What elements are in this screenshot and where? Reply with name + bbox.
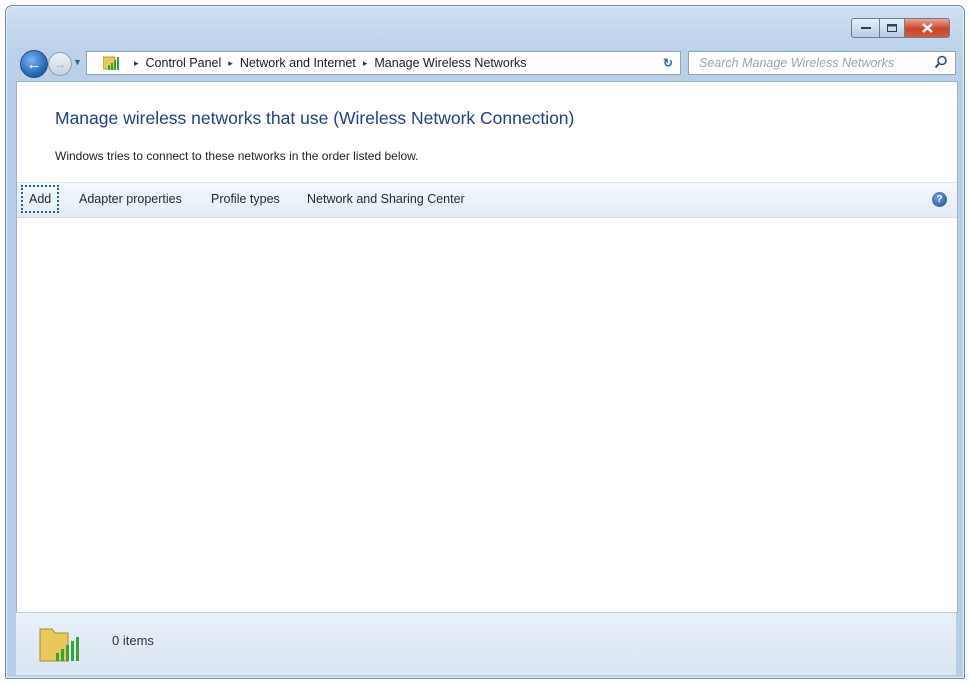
item-count: 0 items (112, 633, 154, 648)
forward-arrow-icon: → (54, 57, 66, 71)
minimize-icon (860, 27, 871, 29)
breadcrumb-manage-wireless-networks[interactable]: Manage Wireless Networks (374, 56, 526, 70)
profile-types-button[interactable]: Profile types (211, 192, 280, 206)
minimize-button[interactable] (851, 18, 880, 38)
breadcrumb-separator-icon: ▸ (228, 57, 233, 68)
command-bar: Add Adapter properties Profile types Net… (17, 182, 957, 218)
recent-pages-button[interactable]: ▼ (73, 57, 82, 67)
close-button[interactable] (905, 18, 950, 38)
breadcrumb-separator-icon: ▸ (362, 57, 368, 68)
search-icon[interactable] (934, 55, 948, 69)
help-icon[interactable]: ? (932, 192, 947, 207)
network-and-sharing-center-button[interactable]: Network and Sharing Center (307, 192, 465, 206)
back-button[interactable]: ← (20, 50, 48, 78)
refresh-icon: ↻ (662, 56, 674, 70)
page-description: Windows tries to connect to these networ… (55, 149, 419, 163)
maximize-button[interactable] (880, 18, 905, 38)
caption-buttons (851, 18, 950, 38)
details-pane: 0 items (16, 612, 956, 675)
search-input[interactable] (697, 55, 926, 71)
close-icon (921, 23, 933, 33)
network-list (17, 218, 957, 612)
content-pane: Manage wireless networks that use (Wirel… (16, 81, 958, 613)
refresh-button[interactable]: ↻ (656, 51, 681, 75)
search-box (688, 51, 956, 75)
adapter-properties-button[interactable]: Adapter properties (79, 192, 182, 206)
forward-button[interactable]: → (48, 52, 72, 76)
add-button[interactable]: Add (21, 185, 60, 213)
breadcrumb-separator-icon: ▸ (134, 57, 139, 68)
address-bar[interactable]: ▸ Control Panel ▸ Network and Internet ▸… (86, 51, 676, 75)
window: ← → ▼ ▸ Control Panel ▸ Network and Inte… (5, 5, 965, 679)
maximize-icon (887, 24, 897, 32)
chevron-down-icon: ▼ (73, 57, 82, 67)
breadcrumb-network-and-internet[interactable]: Network and Internet (240, 56, 356, 70)
back-arrow-icon: ← (26, 55, 42, 73)
navigation-bar: ← → ▼ ▸ Control Panel ▸ Network and Inte… (16, 50, 956, 78)
breadcrumb-control-panel[interactable]: Control Panel (146, 56, 222, 70)
wireless-network-folder-icon (39, 628, 79, 662)
wireless-network-icon (103, 55, 121, 71)
page-title: Manage wireless networks that use (Wirel… (55, 108, 575, 128)
